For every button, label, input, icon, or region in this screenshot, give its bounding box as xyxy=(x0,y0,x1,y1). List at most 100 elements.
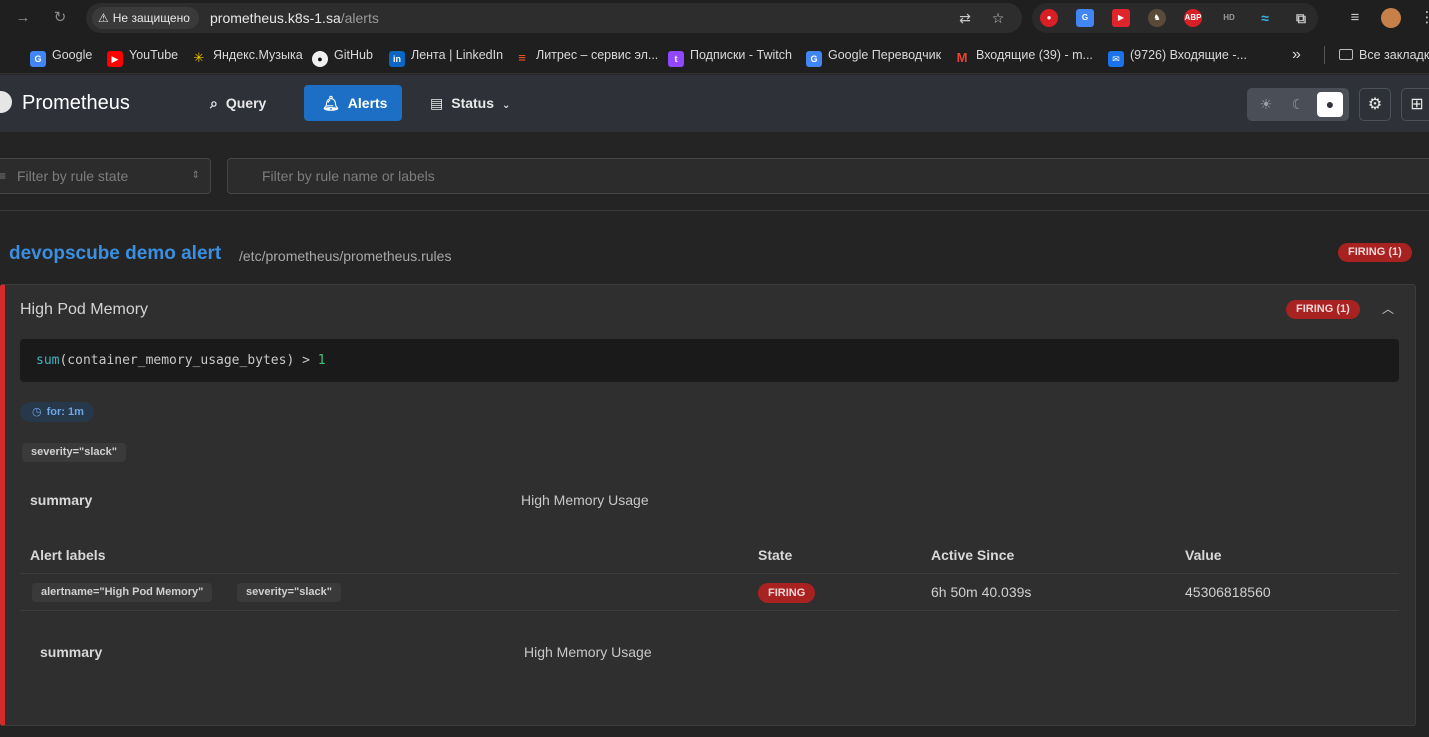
nav-query[interactable]: ⌕ Query xyxy=(200,85,288,121)
translate-extension-icon[interactable]: G xyxy=(1076,9,1094,27)
nav-status-label: Status xyxy=(451,95,495,111)
url-path: /alerts xyxy=(340,10,379,26)
alert-label-pill: alertname="High Pod Memory" xyxy=(32,583,213,602)
bookmark-label: Лента | LinkedIn xyxy=(411,48,504,62)
folder-icon xyxy=(1339,49,1353,60)
bookmark-twitch[interactable]: t Подписки - Twitch xyxy=(668,46,792,67)
th-alert-labels: Alert labels xyxy=(30,547,106,563)
bookmark-yandex-music[interactable]: ✳ Яндекс.Музыка xyxy=(191,46,303,65)
twitch-icon: t xyxy=(668,51,684,67)
youtube-icon: ▶ xyxy=(107,51,123,67)
search-icon: ⌕ xyxy=(210,95,218,111)
forward-icon[interactable]: → xyxy=(13,8,33,28)
server-icon: ▤ xyxy=(430,95,444,111)
user-theme-icon[interactable]: ● xyxy=(1317,92,1343,117)
bookmark-label: Литрес – сервис эл... xyxy=(536,48,659,62)
media-icon[interactable]: ≡ xyxy=(1345,8,1365,28)
bookmark-google-translate[interactable]: G Google Переводчик xyxy=(806,46,942,67)
rule-label-pill: severity="slack" xyxy=(22,443,126,462)
annotation-value: High Memory Usage xyxy=(521,492,649,508)
google-translate-icon: G xyxy=(806,51,822,67)
avatar[interactable] xyxy=(1381,8,1401,28)
th-state: State xyxy=(758,547,793,563)
extension-icon[interactable]: ♞ xyxy=(1148,9,1166,27)
brand-title[interactable]: Prometheus xyxy=(22,92,130,115)
bookmarks-divider xyxy=(1324,46,1325,64)
settings-icon[interactable]: ⚙ xyxy=(1359,88,1391,121)
litres-icon: ≡ xyxy=(518,50,526,65)
url-host: prometheus.k8s-1.sa xyxy=(210,10,341,26)
bookmark-label: (9726) Входящие -... xyxy=(1130,48,1247,62)
linkedin-icon: in xyxy=(389,51,405,67)
alert-annotation-key: summary xyxy=(40,644,103,660)
security-label: Не защищено xyxy=(112,11,190,25)
reload-icon[interactable]: ↻ xyxy=(50,8,70,28)
prometheus-logo-icon xyxy=(0,91,12,113)
extension-icon[interactable]: ● xyxy=(1040,9,1058,27)
divider xyxy=(0,210,1429,211)
bookmark-mail[interactable]: ✉ (9726) Входящие -... xyxy=(1108,46,1247,67)
bookmark-linkedin[interactable]: in Лента | LinkedIn xyxy=(389,46,504,67)
bookmark-label: Google Переводчик xyxy=(828,48,942,62)
all-bookmarks-button[interactable]: Все закладк xyxy=(1339,46,1429,64)
bookmark-youtube[interactable]: ▶ YouTube xyxy=(107,46,179,67)
browser-toolbar: → ↻ ⚠ Не защищено prometheus.k8s-1.sa/ale… xyxy=(0,0,1429,36)
th-active-since: Active Since xyxy=(931,547,1015,563)
security-indicator[interactable]: ⚠ Не защищено xyxy=(92,7,199,29)
nav-alerts-label: Alerts xyxy=(347,95,388,111)
hd-extension-icon[interactable]: HD xyxy=(1220,9,1238,27)
nav-alerts[interactable]: 🔔︎ Alerts xyxy=(304,85,402,121)
table-divider xyxy=(20,610,1399,611)
bell-icon: 🔔︎ xyxy=(322,95,340,111)
rule-search-input[interactable] xyxy=(227,158,1429,194)
mail-icon: ✉ xyxy=(1108,51,1124,67)
bookmarks-overflow-button[interactable]: » xyxy=(1292,46,1301,64)
chevron-up-icon[interactable]: ︿ xyxy=(1382,300,1394,317)
rule-group-file: /etc/prometheus/prometheus.rules xyxy=(239,248,452,264)
rule-expression: sum(container_memory_usage_bytes) > 1 xyxy=(20,339,1399,382)
sun-icon[interactable]: ☀ xyxy=(1253,92,1279,117)
google-icon: G xyxy=(30,51,46,67)
rule-name[interactable]: High Pod Memory xyxy=(20,301,148,319)
alert-state-badge: FIRING xyxy=(758,583,816,603)
adblock-icon[interactable]: ABP xyxy=(1184,9,1202,27)
youtube-extension-icon[interactable]: ▶ xyxy=(1112,9,1130,27)
nav-query-label: Query xyxy=(225,95,267,111)
moon-icon[interactable]: ☾ xyxy=(1285,92,1311,117)
rule-firing-badge: FIRING (1) xyxy=(1286,300,1360,319)
book-icon[interactable]: ⊞ xyxy=(1401,88,1429,121)
puzzle-icon[interactable]: ⧉ xyxy=(1292,9,1310,27)
translate-icon[interactable]: ⇄ xyxy=(956,9,974,27)
chevron-updown-icon: ⇕ xyxy=(191,170,200,181)
rule-group-name: devopscube demo alert xyxy=(9,243,222,264)
bookmark-label: Google xyxy=(52,48,93,62)
url-text[interactable]: prometheus.k8s-1.sa/alerts xyxy=(210,10,379,26)
bookmark-label: YouTube xyxy=(129,48,179,62)
alert-value: 45306818560 xyxy=(1185,584,1271,600)
nav-status[interactable]: ▤ Status ⌄ xyxy=(420,85,530,121)
expr-body: (container_memory_usage_bytes) > xyxy=(59,353,318,368)
table-divider xyxy=(20,573,1399,574)
bookmark-gmail[interactable]: M Входящие (39) - m... xyxy=(954,46,1093,65)
alert-active-since: 6h 50m 40.039s xyxy=(931,584,1032,600)
expr-function: sum xyxy=(36,353,60,368)
bookmark-label: Яндекс.Музыка xyxy=(213,48,303,62)
github-icon: ● xyxy=(312,51,328,67)
menu-icon[interactable]: ⋮ xyxy=(1417,8,1429,28)
bookmark-litres[interactable]: ≡ Литрес – сервис эл... xyxy=(514,46,659,65)
for-duration-label: for: 1m xyxy=(46,406,84,418)
clock-icon: ◷ xyxy=(32,406,42,418)
bookmark-label: Входящие (39) - m... xyxy=(976,48,1093,62)
rule-state-filter[interactable]: ≡ Filter by rule state ⇕ xyxy=(0,158,211,194)
bookmark-github[interactable]: ● GitHub xyxy=(312,46,373,67)
bookmark-google[interactable]: G Google xyxy=(30,46,93,67)
bookmark-star-icon[interactable]: ☆ xyxy=(989,9,1007,27)
yandex-music-icon: ✳ xyxy=(193,50,205,65)
extension-icon[interactable]: ≈ xyxy=(1256,9,1274,27)
th-value: Value xyxy=(1185,547,1222,563)
address-bar[interactable]: ⚠ Не защищено prometheus.k8s-1.sa/alerts … xyxy=(86,3,1022,33)
for-duration-badge: ◷ for: 1m xyxy=(20,402,94,422)
alert-label-pill: severity="slack" xyxy=(237,583,341,602)
group-firing-badge: FIRING (1) xyxy=(1338,243,1412,262)
bookmark-label: Подписки - Twitch xyxy=(690,48,792,62)
